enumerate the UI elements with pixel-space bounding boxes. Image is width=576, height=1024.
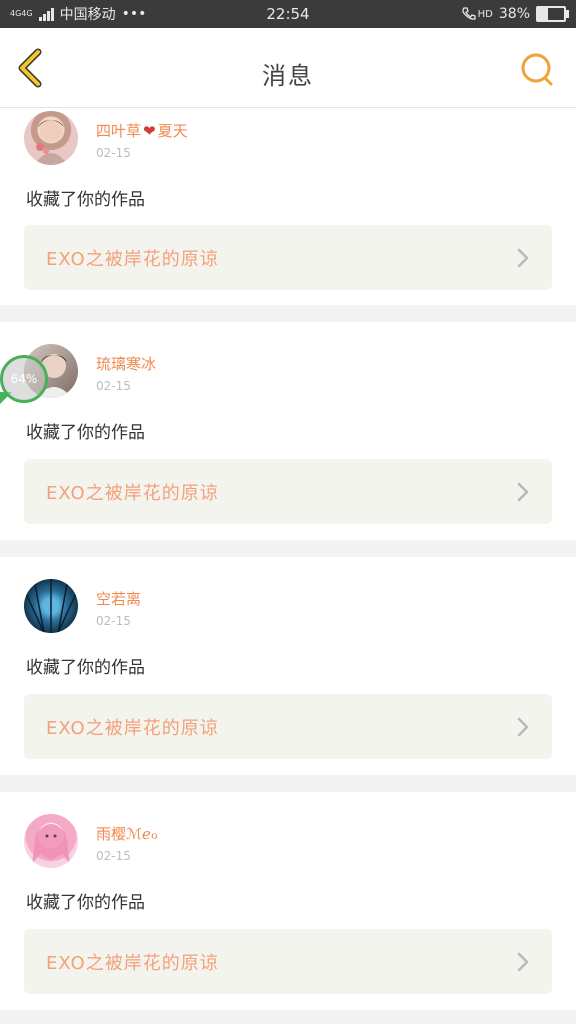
notification-card: 空若离 02-15 收藏了你的作品 EXO之被岸花的原谅: [0, 557, 576, 775]
chevron-right-icon: [517, 717, 529, 737]
chevron-right-icon: [517, 248, 529, 268]
username[interactable]: 空若离: [96, 588, 141, 609]
work-link[interactable]: EXO之被岸花的原谅: [24, 459, 552, 524]
phone-hd-icon: HD: [461, 6, 493, 22]
timestamp: 02-15: [96, 614, 131, 628]
search-button[interactable]: [518, 50, 558, 90]
battery-percent: 38%: [498, 6, 530, 22]
action-text: 收藏了你的作品: [26, 190, 145, 210]
action-text: 收藏了你的作品: [26, 423, 145, 443]
action-text: 收藏了你的作品: [26, 893, 145, 913]
notification-card: 四叶草 ❤ 夏天 02-15 收藏了你的作品 EXO之被岸花的原谅: [0, 108, 576, 305]
work-title: EXO之被岸花的原谅: [46, 249, 219, 270]
chevron-right-icon: [517, 952, 529, 972]
battery-icon: [536, 6, 569, 22]
username-suffix: 夏天: [157, 122, 188, 140]
status-bar: 4G4G 中国移动 ••• 22:54 HD 38%: [0, 0, 576, 28]
more-indicator: •••: [121, 6, 147, 22]
username[interactable]: 四叶草 ❤ 夏天: [96, 120, 188, 141]
avatar[interactable]: [24, 814, 78, 868]
signal-icon: [38, 7, 54, 21]
notification-card: 琉璃寒冰 02-15 收藏了你的作品 EXO之被岸花的原谅: [0, 322, 576, 540]
username[interactable]: 琉璃寒冰: [96, 353, 156, 374]
status-left: 4G4G 中国移动 •••: [10, 4, 146, 24]
avatar[interactable]: [24, 111, 78, 165]
work-title: EXO之被岸花的原谅: [46, 483, 219, 504]
username-text: 四叶草: [96, 122, 142, 140]
floating-widget-label: 64%: [10, 372, 38, 386]
carrier-name: 中国移动: [59, 7, 116, 23]
notification-card: 雨樱ℳℯℴ 02-15 收藏了你的作品 EXO之被岸花的原谅: [0, 792, 576, 1010]
page-title: 消息: [262, 62, 314, 90]
search-icon: [521, 53, 553, 86]
username[interactable]: 雨樱ℳℯℴ: [96, 823, 158, 844]
work-link[interactable]: EXO之被岸花的原谅: [24, 694, 552, 759]
app-header: 消息: [0, 28, 576, 108]
timestamp: 02-15: [96, 146, 131, 160]
network-type: 4G4G: [10, 9, 33, 18]
avatar[interactable]: [24, 579, 78, 633]
heart-icon: ❤: [143, 122, 156, 140]
notification-list[interactable]: 四叶草 ❤ 夏天 02-15 收藏了你的作品 EXO之被岸花的原谅 琉璃寒冰 02-…: [0, 108, 576, 1024]
chevron-right-icon: [517, 482, 529, 502]
work-link[interactable]: EXO之被岸花的原谅: [24, 929, 552, 994]
work-link[interactable]: EXO之被岸花的原谅: [24, 225, 552, 290]
timestamp: 02-15: [96, 849, 131, 863]
work-title: EXO之被岸花的原谅: [46, 718, 219, 739]
hd-label: HD: [477, 8, 493, 20]
action-text: 收藏了你的作品: [26, 658, 145, 678]
timestamp: 02-15: [96, 379, 131, 393]
floating-speed-widget[interactable]: 64%: [0, 355, 48, 403]
work-title: EXO之被岸花的原谅: [46, 953, 219, 974]
status-right: HD 38%: [461, 6, 569, 22]
